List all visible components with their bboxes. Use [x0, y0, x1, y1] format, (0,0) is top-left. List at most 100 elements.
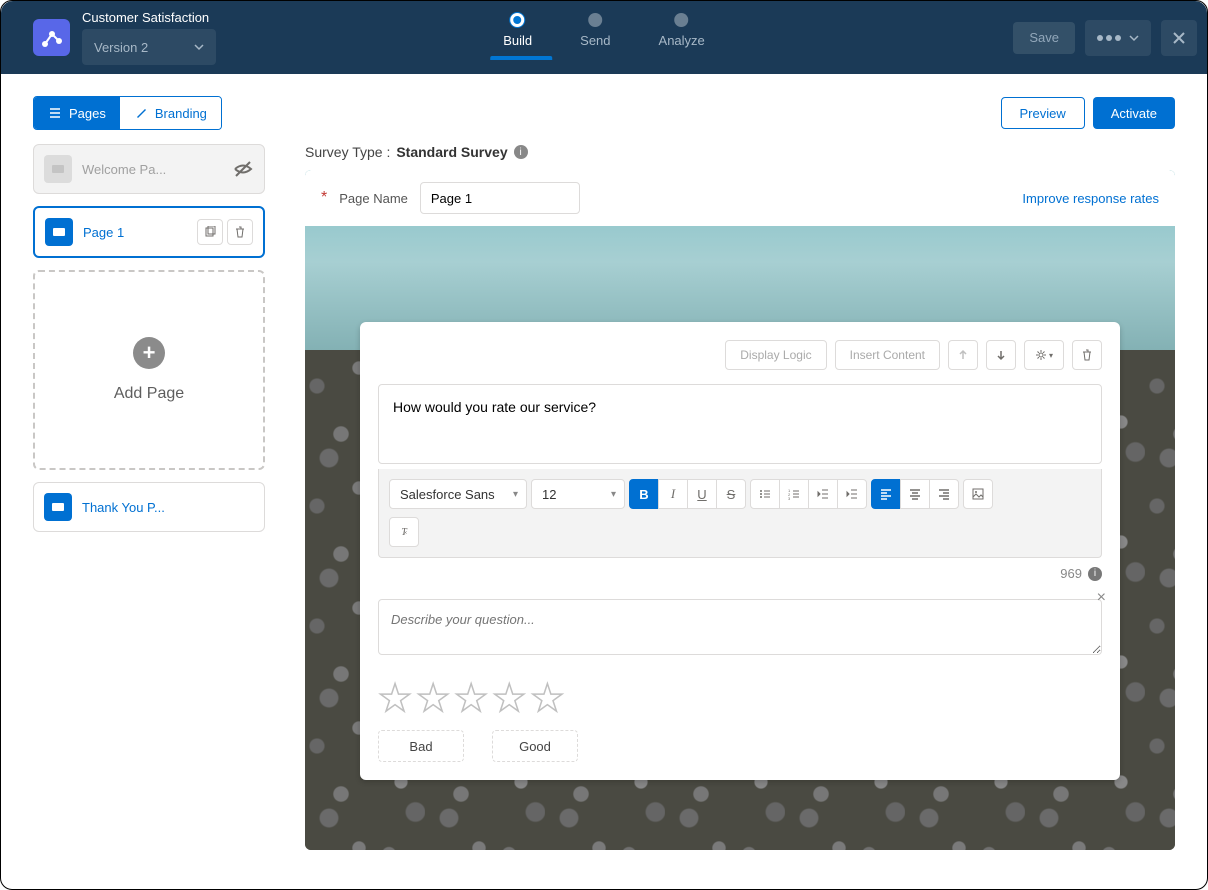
star-3[interactable]: ★: [454, 680, 488, 718]
image-button[interactable]: [963, 479, 993, 509]
move-down-button[interactable]: [986, 340, 1016, 370]
tab-build[interactable]: Build: [503, 13, 532, 48]
rich-text-toolbar: Salesforce Sans 12 B I U S 123: [378, 469, 1102, 558]
hidden-icon[interactable]: [232, 158, 254, 180]
arrow-up-icon: [957, 349, 969, 361]
page-config-bar: * Page Name Improve response rates: [305, 170, 1175, 226]
activate-button[interactable]: Activate: [1093, 97, 1175, 129]
page-icon: [44, 155, 72, 183]
version-select[interactable]: Version 2: [82, 29, 216, 65]
list-icon: [48, 106, 62, 120]
delete-page-button[interactable]: [227, 219, 253, 245]
chevron-down-icon: [194, 42, 204, 52]
page-name-input[interactable]: [420, 182, 580, 214]
chevron-down-icon: [1129, 33, 1139, 43]
tab-analyze-label: Analyze: [659, 33, 705, 48]
survey-type-value: Standard Survey: [396, 144, 507, 160]
add-page-button[interactable]: + Add Page: [33, 270, 265, 470]
sidebar-item-label: Page 1: [83, 225, 197, 240]
font-size-select[interactable]: 12: [531, 479, 625, 509]
strikethrough-button[interactable]: S: [716, 479, 746, 509]
save-button[interactable]: Save: [1013, 22, 1075, 54]
duplicate-page-button[interactable]: [197, 219, 223, 245]
sidebar-item-welcome-page[interactable]: Welcome Pa...: [33, 144, 265, 194]
required-indicator: *: [321, 189, 327, 207]
svg-text:3: 3: [788, 496, 791, 501]
tab-analyze[interactable]: Analyze: [659, 13, 705, 48]
align-center-icon: [908, 487, 922, 501]
delete-question-button[interactable]: [1072, 340, 1102, 370]
arrow-down-icon: [995, 349, 1007, 361]
font-size-value: 12: [542, 487, 556, 502]
star-5[interactable]: ★: [530, 680, 564, 718]
question-text-input[interactable]: [378, 384, 1102, 464]
sidebar-item-page-1[interactable]: Page 1: [33, 206, 265, 258]
app-title: Customer Satisfaction: [82, 10, 216, 25]
rating-min-label[interactable]: Bad: [378, 730, 464, 762]
outdent-icon: [816, 487, 830, 501]
star-1[interactable]: ★: [378, 680, 412, 718]
info-icon[interactable]: i: [1088, 567, 1102, 581]
branding-tab[interactable]: Branding: [120, 97, 221, 129]
pages-tab-label: Pages: [69, 106, 106, 121]
page-icon: [44, 493, 72, 521]
rating-max-label[interactable]: Good: [492, 730, 578, 762]
more-menu-button[interactable]: [1085, 20, 1151, 56]
version-value: Version 2: [94, 40, 148, 55]
builder-tabs: Build Send Analyze: [503, 13, 705, 48]
number-list-button[interactable]: 123: [779, 479, 809, 509]
char-count-value: 969: [1060, 566, 1082, 581]
question-settings-button[interactable]: ▾: [1024, 340, 1064, 370]
tab-dot-icon: [588, 13, 602, 27]
sidebar-item-label: Thank You P...: [82, 500, 254, 515]
image-icon: [971, 487, 985, 501]
action-toolbar: Pages Branding Preview Activate: [1, 74, 1207, 144]
remove-description-button[interactable]: ×: [1097, 589, 1106, 607]
clear-format-button[interactable]: T: [389, 517, 419, 547]
survey-type-row: Survey Type : Standard Survey i: [305, 144, 1175, 160]
clear-format-icon: T: [401, 527, 407, 538]
brush-icon: [134, 106, 148, 120]
improve-response-link[interactable]: Improve response rates: [1022, 191, 1159, 206]
font-family-select[interactable]: Salesforce Sans: [389, 479, 527, 509]
align-left-button[interactable]: [871, 479, 901, 509]
close-button[interactable]: [1161, 20, 1197, 56]
question-description-input[interactable]: [378, 599, 1102, 655]
editor-canvas: * Page Name Improve response rates Displ…: [305, 170, 1175, 850]
plus-icon: +: [133, 337, 165, 369]
star-4[interactable]: ★: [492, 680, 526, 718]
more-icon: [1097, 35, 1121, 41]
star-2[interactable]: ★: [416, 680, 450, 718]
pages-sidebar: Welcome Pa... Page 1 + Add Page: [33, 144, 265, 850]
align-center-button[interactable]: [900, 479, 930, 509]
add-page-label: Add Page: [114, 385, 184, 403]
move-up-button[interactable]: [948, 340, 978, 370]
trash-icon: [1081, 349, 1093, 361]
align-right-button[interactable]: [929, 479, 959, 509]
survey-type-prefix: Survey Type :: [305, 144, 390, 160]
tab-dot-icon: [675, 13, 689, 27]
font-family-value: Salesforce Sans: [400, 487, 495, 502]
tab-send[interactable]: Send: [580, 13, 610, 48]
display-logic-button[interactable]: Display Logic: [725, 340, 826, 370]
pages-tab[interactable]: Pages: [34, 97, 120, 129]
tab-send-label: Send: [580, 33, 610, 48]
underline-button[interactable]: U: [687, 479, 717, 509]
bullet-list-button[interactable]: [750, 479, 780, 509]
align-left-icon: [879, 487, 893, 501]
sidebar-item-thank-you-page[interactable]: Thank You P...: [33, 482, 265, 532]
info-icon[interactable]: i: [514, 145, 528, 159]
bold-button[interactable]: B: [629, 479, 659, 509]
insert-content-button[interactable]: Insert Content: [835, 340, 940, 370]
tab-build-label: Build: [503, 33, 532, 48]
page-icon: [45, 218, 73, 246]
outdent-button[interactable]: [808, 479, 838, 509]
char-count-row: 969 i: [378, 566, 1102, 581]
preview-button[interactable]: Preview: [1001, 97, 1085, 129]
italic-button[interactable]: I: [658, 479, 688, 509]
indent-button[interactable]: [837, 479, 867, 509]
question-card: Display Logic Insert Content ▾ Salesforc…: [360, 322, 1120, 780]
gear-icon: [1035, 349, 1047, 361]
bullet-list-icon: [758, 487, 772, 501]
copy-icon: [204, 226, 216, 238]
